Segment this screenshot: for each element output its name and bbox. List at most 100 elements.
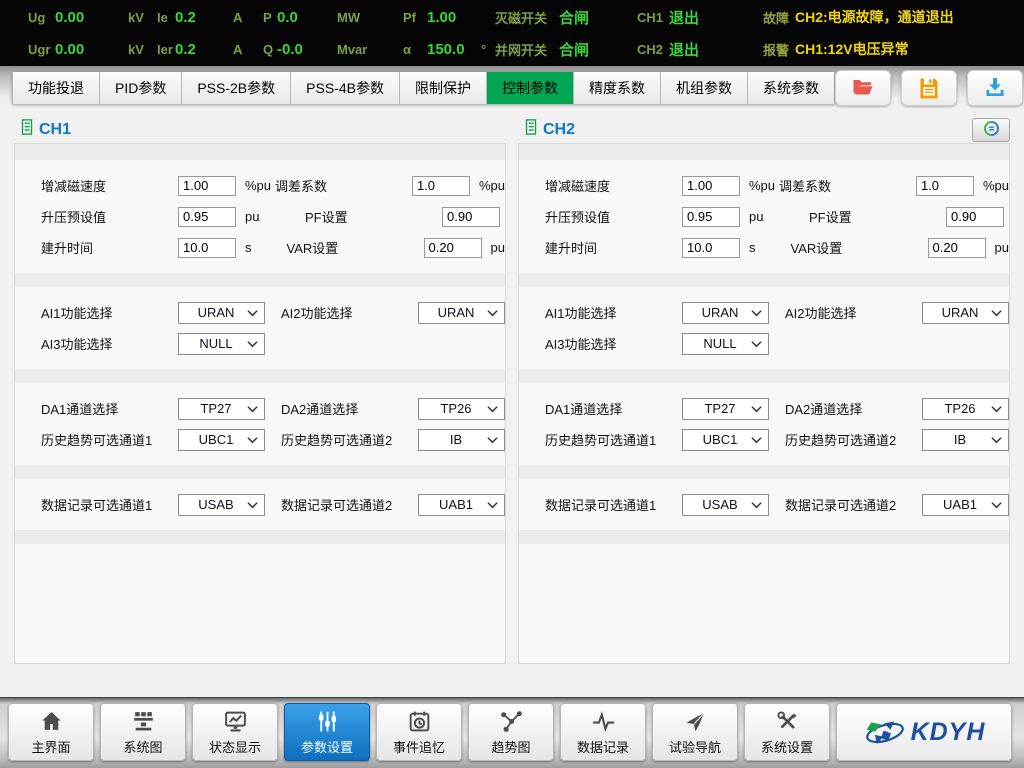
chevron-down-icon: [751, 496, 762, 514]
field-label: 数据记录可选通道1: [545, 495, 682, 514]
chevron-down-icon: [991, 304, 1002, 322]
nav-event-recall-button[interactable]: 事件追忆: [376, 703, 462, 761]
tab-limit-protection[interactable]: 限制保护: [400, 72, 487, 104]
folder-open-icon: [851, 75, 875, 102]
ai2-function-select[interactable]: URAN: [922, 302, 1009, 324]
history-trend-channel1[interactable]: UBC1: [178, 429, 265, 451]
parameter-cell: AI2功能选择URAN: [785, 302, 1009, 324]
chevron-down-icon: [247, 304, 258, 322]
group-separator: [15, 465, 505, 479]
history-trend-channel2[interactable]: IB: [922, 429, 1009, 451]
measurement-ier: Ier0.2A: [157, 41, 263, 58]
ai1-function-select[interactable]: URAN: [178, 302, 265, 324]
parameter-group: 数据记录可选通道1USAB数据记录可选通道2UAB1: [15, 479, 505, 530]
data-record-channel2[interactable]: UAB1: [922, 494, 1009, 516]
da2-channel-select[interactable]: TP26: [922, 398, 1009, 420]
history-trend-channel2[interactable]: IB: [418, 429, 505, 451]
field-unit: s: [245, 240, 252, 255]
measurement-value: 150.0: [427, 41, 481, 58]
tab-system-params[interactable]: 系统参数: [748, 72, 835, 104]
ai2-function-select[interactable]: URAN: [418, 302, 505, 324]
tab-precision-coefficients[interactable]: 精度系数: [574, 72, 661, 104]
var-setting-input[interactable]: [424, 238, 482, 258]
sync-channels-button[interactable]: [972, 118, 1010, 142]
parameter-group: AI1功能选择URANAI2功能选择URANAI3功能选择NULL: [15, 287, 505, 369]
droop-coefficient-input[interactable]: [412, 176, 470, 196]
toolbar: [835, 70, 1024, 106]
vendor-logo-button[interactable]: KDYH: [836, 703, 1012, 761]
parameter-cell: DA2通道选择TP26: [281, 398, 505, 420]
ai3-function-select[interactable]: NULL: [178, 333, 265, 355]
boost-preset-value-input[interactable]: [682, 207, 740, 227]
da1-channel-select[interactable]: TP27: [682, 398, 769, 420]
buildup-time-input[interactable]: [178, 238, 236, 258]
nav-status-display-button[interactable]: 状态显示: [192, 703, 278, 761]
parameter-cell: 历史趋势可选通道2IB: [281, 429, 505, 451]
field-unit: %pu: [245, 178, 271, 193]
measurement-label: Ugr: [28, 42, 55, 57]
tab-function-enable[interactable]: 功能投退: [12, 72, 100, 104]
switch-label: 并网开关: [495, 40, 559, 59]
tab-control-params[interactable]: 控制参数: [487, 72, 574, 104]
chevron-down-icon: [487, 304, 498, 322]
measurement-label: Q: [263, 42, 277, 57]
pf-setting-input[interactable]: [442, 207, 500, 227]
nav-system-diagram-button[interactable]: 系统图: [100, 703, 186, 761]
tab-pss-4b-params[interactable]: PSS-4B参数: [291, 72, 400, 104]
parameter-row: 升压预设值puPF设置: [519, 201, 1009, 232]
data-record-channel1[interactable]: USAB: [682, 494, 769, 516]
field-label: DA2通道选择: [785, 399, 922, 418]
measurement-unit: °: [481, 42, 495, 57]
field-label: 历史趋势可选通道2: [785, 430, 922, 449]
measurement-unit: Mvar: [337, 42, 403, 57]
tab-pss-2b-params[interactable]: PSS-2B参数: [182, 72, 291, 104]
inc-dec-excitation-rate-input[interactable]: [682, 176, 740, 196]
da2-channel-select[interactable]: TP26: [418, 398, 505, 420]
data-record-channel2[interactable]: UAB1: [418, 494, 505, 516]
nav-main-screen-button[interactable]: 主界面: [8, 703, 94, 761]
save-button[interactable]: [901, 70, 957, 106]
nav-trend-chart-button[interactable]: 趋势图: [468, 703, 554, 761]
measurement-label: Ie: [157, 10, 175, 25]
droop-coefficient-input[interactable]: [916, 176, 974, 196]
measurement-ie: Ie0.2A: [157, 9, 263, 26]
data-record-channel1[interactable]: USAB: [178, 494, 265, 516]
download-button[interactable]: [967, 70, 1023, 106]
field-label: 历史趋势可选通道1: [545, 430, 682, 449]
tab-unit-params[interactable]: 机组参数: [661, 72, 748, 104]
field-label: 数据记录可选通道2: [785, 495, 922, 514]
chevron-down-icon: [751, 304, 762, 322]
nav-system-settings-button[interactable]: 系统设置: [744, 703, 830, 761]
nav-test-navigation-button[interactable]: 试验导航: [652, 703, 738, 761]
nav-label: 数据记录: [577, 737, 629, 756]
select-value: NULL: [689, 336, 751, 351]
da1-channel-select[interactable]: TP27: [178, 398, 265, 420]
buildup-time-input[interactable]: [682, 238, 740, 258]
field-label: AI1功能选择: [545, 303, 682, 322]
parameter-row: AI1功能选择URANAI2功能选择URAN: [519, 297, 1009, 328]
select-value: UAB1: [425, 497, 487, 512]
ai3-function-select[interactable]: NULL: [682, 333, 769, 355]
pf-setting-input[interactable]: [946, 207, 1004, 227]
chevron-down-icon: [487, 400, 498, 418]
field-label: 升压预设值: [41, 207, 178, 226]
nav-parameter-settings-button[interactable]: 参数设置: [284, 703, 370, 761]
open-file-button[interactable]: [835, 70, 891, 106]
channel-label: CH2: [637, 42, 669, 57]
inc-dec-excitation-rate-input[interactable]: [178, 176, 236, 196]
parameter-row: 历史趋势可选通道1UBC1历史趋势可选通道2IB: [15, 424, 505, 455]
field-label: VAR设置: [287, 238, 424, 257]
channel-panel-ch2: CH2增减磁速度%pu调差系数%pu升压预设值puPF设置建升时间sVAR设置p…: [518, 116, 1010, 664]
chevron-down-icon: [751, 400, 762, 418]
ai1-function-select[interactable]: URAN: [682, 302, 769, 324]
field-label: 数据记录可选通道2: [281, 495, 418, 514]
boost-preset-value-input[interactable]: [178, 207, 236, 227]
chevron-down-icon: [487, 496, 498, 514]
var-setting-input[interactable]: [928, 238, 986, 258]
parameter-group: DA1通道选择TP27DA2通道选择TP26历史趋势可选通道1UBC1历史趋势可…: [519, 383, 1009, 465]
select-value: UBC1: [185, 432, 247, 447]
history-trend-channel1[interactable]: UBC1: [682, 429, 769, 451]
tab-pid-params[interactable]: PID参数: [100, 72, 182, 104]
parameter-row: AI3功能选择NULL: [15, 328, 505, 359]
nav-data-record-button[interactable]: 数据记录: [560, 703, 646, 761]
